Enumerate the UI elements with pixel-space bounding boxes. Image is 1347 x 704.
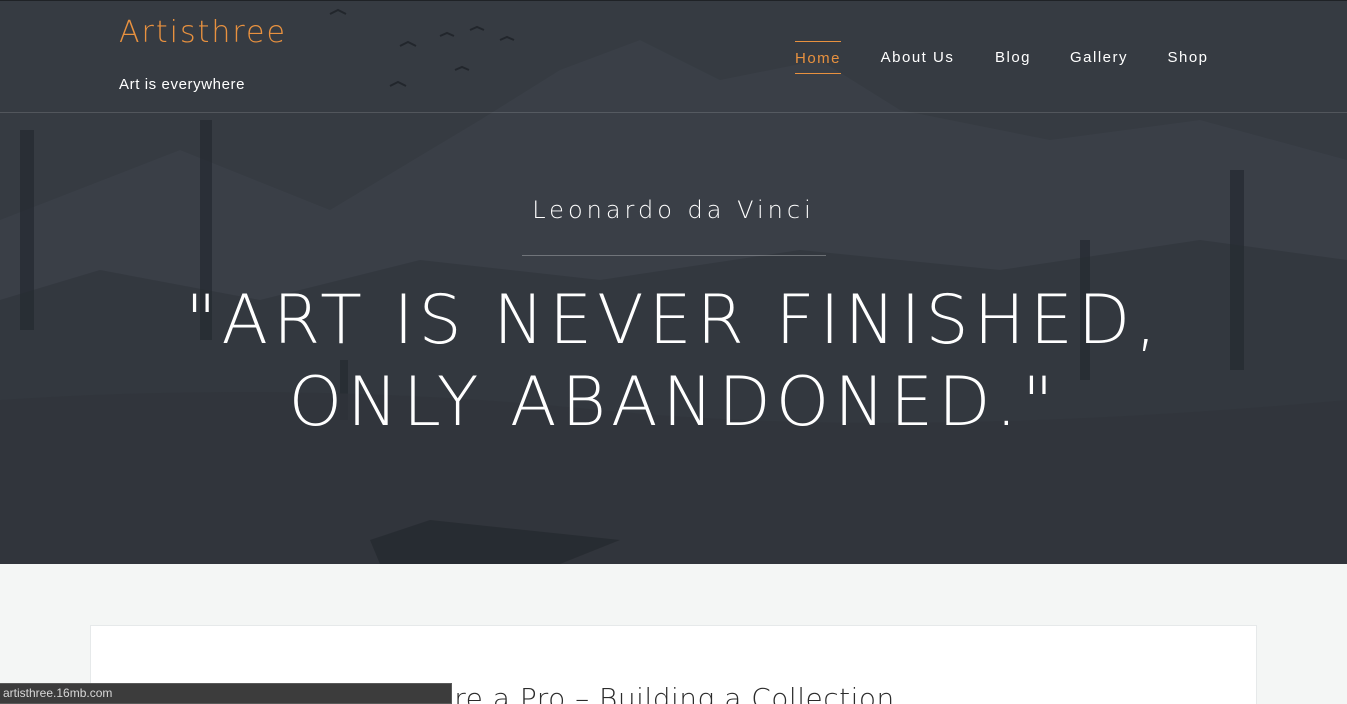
quote-author: Leonardo da Vinci	[532, 196, 815, 224]
nav-item-gallery[interactable]: Gallery	[1070, 41, 1128, 74]
nav-item-about-us[interactable]: About Us	[880, 41, 955, 74]
nav-item-blog[interactable]: Blog	[994, 41, 1032, 74]
browser-status-bar: artisthree.16mb.com	[0, 683, 452, 704]
quote-divider	[522, 255, 826, 256]
hero-quote: "Art is never finished, only abandoned."	[185, 281, 1162, 442]
nav-item-home[interactable]: Home	[795, 41, 841, 74]
main-navigation: Home About Us Blog Gallery Shop	[0, 41, 1347, 75]
site-tagline: Art is everywhere	[119, 76, 246, 93]
nav-item-shop[interactable]: Shop	[1167, 41, 1209, 74]
hero-section: Artisthree Art is everywhere Home About …	[0, 0, 1347, 564]
site-header: Artisthree Art is everywhere Home About …	[0, 0, 1347, 113]
